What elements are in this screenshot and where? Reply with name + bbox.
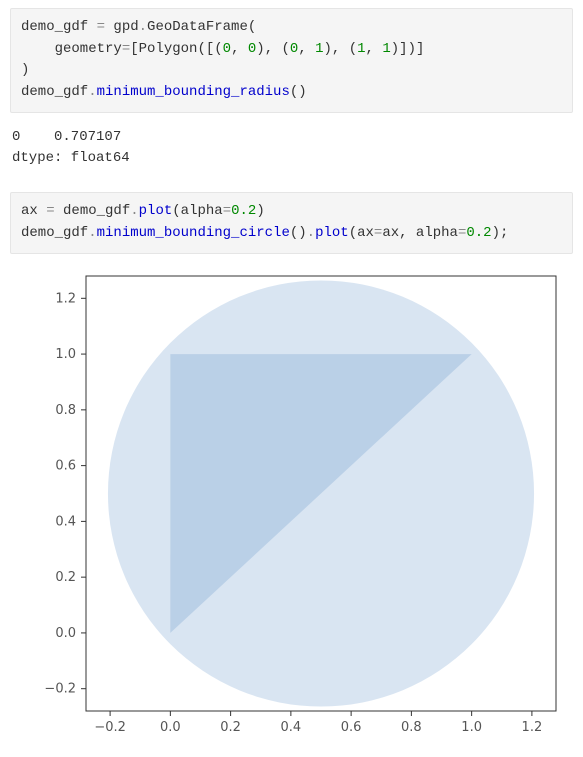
plot-output: 1.2 1.0 0.8 0.6 0.4 0.2 0.0 −0.2 −0.2 0.0 0.2 0.4 0.… xyxy=(14,266,569,746)
code-op: ) xyxy=(256,203,264,219)
plot-svg: 1.2 1.0 0.8 0.6 0.4 0.2 0.0 −0.2 −0.2 0.0 0.2 0.4 0.… xyxy=(14,266,569,746)
code-op: , xyxy=(366,41,383,57)
code-method: minimum_bounding_circle xyxy=(97,225,290,241)
xtick-label: 0.6 xyxy=(341,720,362,735)
code-op: ); xyxy=(492,225,509,241)
code-op: ), ( xyxy=(256,41,290,57)
code-op: . xyxy=(130,203,138,219)
code-op: (ax xyxy=(349,225,374,241)
code-op: )])] xyxy=(391,41,425,57)
code-op: , xyxy=(298,41,315,57)
code-op: (alpha xyxy=(172,203,222,219)
code-num: 1 xyxy=(382,41,390,57)
code-op: . xyxy=(88,225,96,241)
code-text: ax, alpha xyxy=(382,225,458,241)
xtick-label: 0.0 xyxy=(160,720,181,735)
code-op: . xyxy=(307,225,315,241)
code-text: demo_gdf xyxy=(21,225,88,241)
code-num: 1 xyxy=(315,41,323,57)
code-cell-1: demo_gdf = gpd.GeoDataFrame( geometry=[P… xyxy=(10,8,573,113)
ytick-label: 1.2 xyxy=(55,291,76,306)
code-cell-2: ax = demo_gdf.plot(alpha=0.2) demo_gdf.m… xyxy=(10,192,573,253)
code-op: ([( xyxy=(197,41,222,57)
xtick-label: 1.0 xyxy=(461,720,482,735)
code-op: . xyxy=(88,84,96,100)
code-num: 1 xyxy=(357,41,365,57)
xtick-label: 1.2 xyxy=(522,720,543,735)
code-num: 0.2 xyxy=(231,203,256,219)
code-op: ) xyxy=(21,62,29,78)
code-class: Polygon xyxy=(139,41,198,57)
xtick-label: 0.4 xyxy=(281,720,302,735)
code-op: ( xyxy=(248,19,256,35)
code-op: [ xyxy=(130,41,138,57)
code-op: = xyxy=(122,41,130,57)
output-line: dtype: float64 xyxy=(12,150,130,166)
code-op: = xyxy=(223,203,231,219)
code-text: gpd xyxy=(105,19,139,35)
code-method: plot xyxy=(315,225,349,241)
code-op: = xyxy=(97,19,105,35)
output-cell-1: 0 0.707107 dtype: float64 xyxy=(10,125,573,182)
code-op: . xyxy=(139,19,147,35)
code-text: ax xyxy=(21,203,46,219)
code-op: () xyxy=(290,84,307,100)
xtick-label: −0.2 xyxy=(94,720,126,735)
code-num: 0.2 xyxy=(466,225,491,241)
xtick-label: 0.8 xyxy=(401,720,422,735)
ytick-label: 1.0 xyxy=(55,347,76,362)
code-op: () xyxy=(290,225,307,241)
ytick-label: 0.0 xyxy=(55,625,76,640)
ytick-label: 0.6 xyxy=(55,458,76,473)
ytick-label: 0.4 xyxy=(55,514,76,529)
code-op: , xyxy=(231,41,248,57)
ytick-label: −0.2 xyxy=(44,681,76,696)
code-text: demo_gdf xyxy=(21,19,97,35)
code-method: plot xyxy=(139,203,173,219)
code-num: 0 xyxy=(223,41,231,57)
code-text: demo_gdf xyxy=(21,84,88,100)
code-text: geometry xyxy=(21,41,122,57)
xtick-label: 0.2 xyxy=(220,720,241,735)
ytick-label: 0.8 xyxy=(55,402,76,417)
code-method: minimum_bounding_radius xyxy=(97,84,290,100)
output-line: 0 0.707107 xyxy=(12,129,121,145)
code-text: demo_gdf xyxy=(55,203,131,219)
code-class: GeoDataFrame xyxy=(147,19,248,35)
ytick-label: 0.2 xyxy=(55,570,76,585)
code-op: = xyxy=(46,203,54,219)
code-op: ), ( xyxy=(324,41,358,57)
